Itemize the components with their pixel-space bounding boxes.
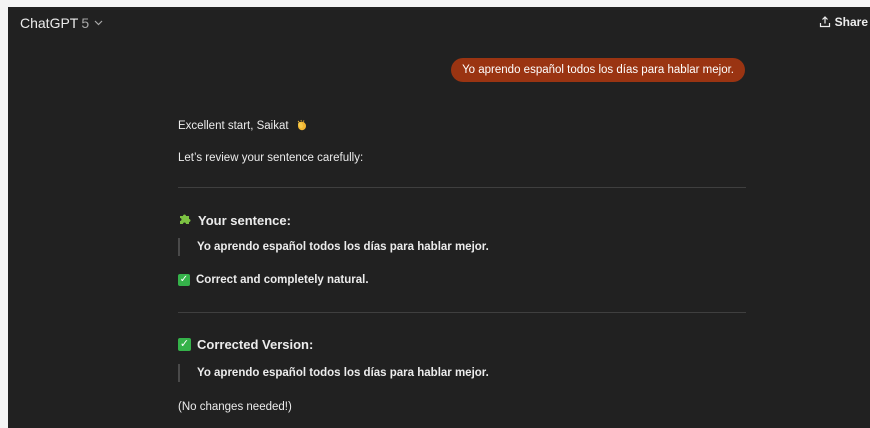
model-name: ChatGPT — [20, 15, 79, 31]
greeting-line: Excellent start, Saikat — [178, 119, 308, 134]
section-corrected-heading: ✓ Corrected Version: — [178, 337, 313, 352]
chevron-down-icon — [94, 18, 103, 29]
section1-heading-text: Your sentence: — [198, 213, 291, 228]
section2-heading-text: Corrected Version: — [197, 337, 314, 352]
intro-text: Let’s review your sentence carefully: — [178, 152, 364, 164]
section-your-sentence-heading: Your sentence: — [178, 212, 291, 229]
no-changes-note: (No changes needed!) — [178, 401, 292, 413]
share-label: Share — [834, 15, 868, 29]
sentence-quote: Yo aprendo español todos los días para h… — [178, 238, 489, 256]
check-box-icon: ✓ — [178, 338, 191, 351]
verdict-line: ✓ Correct and completely natural. — [178, 274, 369, 286]
check-box-icon: ✓ — [178, 274, 190, 286]
divider — [178, 312, 746, 313]
puzzle-piece-icon — [178, 212, 192, 229]
divider — [178, 187, 746, 188]
share-icon — [819, 16, 831, 28]
clapping-hands-icon — [296, 119, 308, 134]
corrected-quote: Yo aprendo español todos los días para h… — [178, 364, 489, 382]
model-selector[interactable]: ChatGPT 5 — [20, 15, 103, 31]
user-message: Yo aprendo español todos los días para h… — [451, 58, 745, 82]
greeting-text: Excellent start, Saikat — [178, 120, 289, 132]
top-bar: ChatGPT 5 Share — [8, 7, 870, 39]
chat-window: ChatGPT 5 Share Yo aprendo español todos… — [8, 7, 870, 428]
verdict-text: Correct and completely natural. — [196, 274, 369, 286]
model-version: 5 — [81, 15, 90, 31]
share-button[interactable]: Share — [819, 15, 868, 29]
